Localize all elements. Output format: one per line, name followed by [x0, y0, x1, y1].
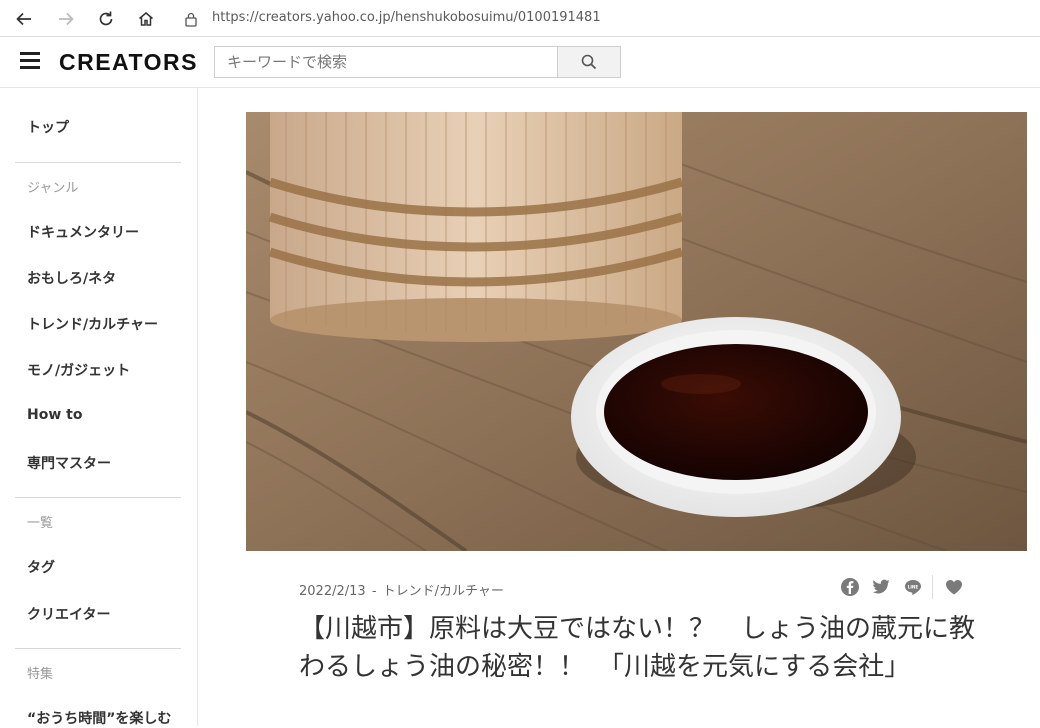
arrow-right-icon: [59, 12, 74, 26]
forward-button[interactable]: [54, 7, 78, 31]
divider: [15, 497, 181, 498]
browser-toolbar: https://creators.yahoo.co.jp/henshukobos…: [0, 0, 1040, 37]
sidebar-heading-feature: 特集: [27, 667, 54, 682]
sidebar-item-omoshiro[interactable]: おもしろ/ネタ: [27, 268, 116, 288]
facebook-share-button[interactable]: [840, 577, 860, 597]
search-input[interactable]: [214, 46, 558, 78]
soy-sauce-photo: [246, 112, 1027, 551]
svg-text:LINE: LINE: [908, 584, 919, 589]
home-icon: [139, 12, 153, 26]
back-button[interactable]: [12, 7, 36, 31]
divider: [15, 648, 181, 649]
article-meta: 2022/2/13 - トレンド/カルチャー: [299, 580, 504, 599]
meta-separator: -: [371, 584, 377, 599]
sidebar-heading-genre: ジャンル: [27, 181, 79, 196]
heart-icon: [946, 580, 962, 595]
search-icon: [581, 54, 597, 70]
facebook-icon: [841, 578, 859, 596]
address-bar[interactable]: https://creators.yahoo.co.jp/henshukobos…: [212, 10, 601, 25]
article-date: 2022/2/13: [299, 584, 366, 599]
home-button[interactable]: [134, 7, 158, 31]
sidebar-item-master[interactable]: 専門マスター: [27, 453, 111, 473]
article-category-link[interactable]: トレンド/カルチャー: [383, 584, 504, 599]
article-hero-image: [246, 112, 1027, 551]
sidebar-item-top[interactable]: トップ: [27, 117, 69, 137]
arrow-left-icon: [16, 12, 31, 26]
reload-button[interactable]: [94, 7, 118, 31]
sidebar-item-documentary[interactable]: ドキュメンタリー: [27, 222, 139, 242]
twitter-icon: [872, 579, 890, 594]
site-header: CREATORS: [0, 37, 1040, 88]
twitter-share-button[interactable]: [871, 577, 891, 597]
sidebar-heading-list: 一覧: [27, 516, 54, 531]
article-title: 【川越市】原料は大豆ではない！？ しょう油の蔵元に教わるしょう油の秘密！！ 「川…: [299, 614, 976, 682]
search-button[interactable]: [557, 46, 621, 78]
sidebar-item-trend[interactable]: トレンド/カルチャー: [27, 314, 158, 334]
share-divider: [932, 575, 933, 599]
sidebar-item-feature[interactable]: “おうち時間”を楽しむ: [27, 708, 171, 728]
sidebar-item-howto[interactable]: How to: [27, 407, 82, 423]
reload-icon: [99, 11, 113, 26]
sidebar-item-tags[interactable]: タグ: [27, 557, 55, 577]
site-logo[interactable]: CREATORS: [59, 49, 198, 76]
divider: [15, 162, 181, 163]
sidebar-item-creators[interactable]: クリエイター: [27, 604, 110, 624]
sidebar-item-gadget[interactable]: モノ/ガジェット: [27, 360, 130, 380]
lock-icon: [185, 12, 197, 27]
line-icon: LINE: [905, 579, 921, 595]
like-button[interactable]: [944, 577, 964, 597]
line-share-button[interactable]: LINE: [903, 577, 923, 597]
menu-icon[interactable]: [20, 52, 40, 70]
sidebar: トップ ジャンル ドキュメンタリー おもしろ/ネタ トレンド/カルチャー モノ/…: [0, 88, 198, 728]
